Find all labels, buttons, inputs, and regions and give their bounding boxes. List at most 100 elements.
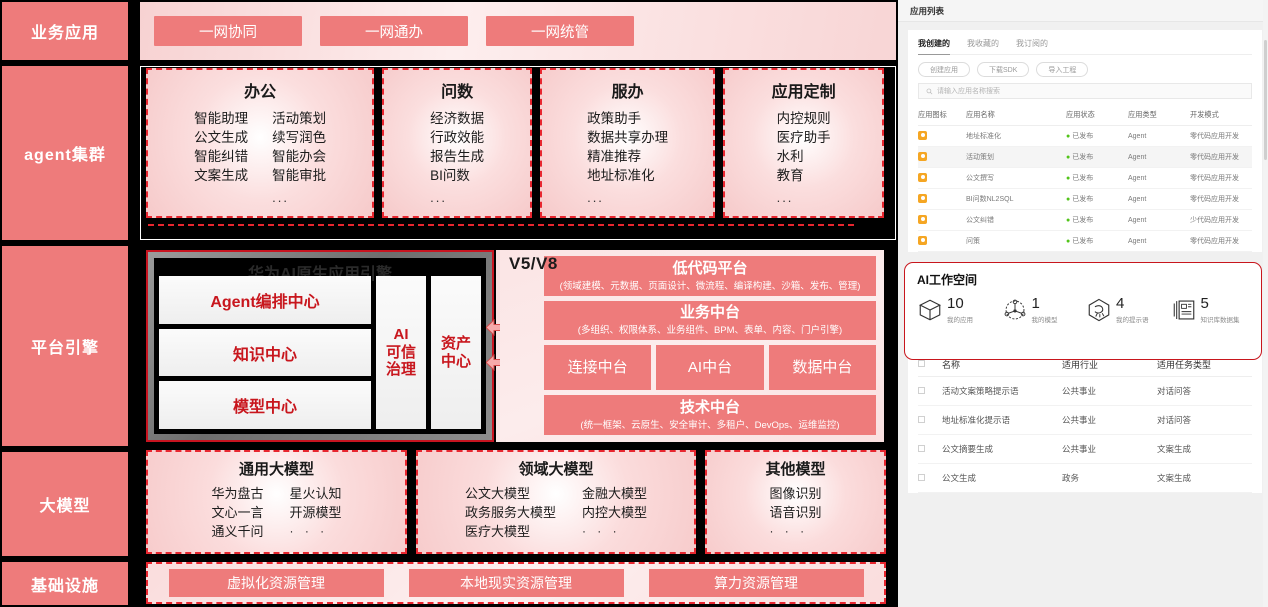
workspace-stat-models[interactable]: 1 我的模型 [1002, 296, 1081, 324]
row-checkbox[interactable] [918, 473, 925, 481]
engine-cell-agent-orchestration[interactable]: Agent编排中心 [159, 276, 371, 324]
agent-card-query[interactable]: 问数 经济数据 行政效能 报告生成 BI问数 ... [382, 68, 532, 218]
import-project-button[interactable]: 导入工程 [1036, 62, 1089, 77]
agent-card-title: 应用定制 [771, 84, 836, 101]
table-row[interactable]: 公文纠错 ● 已发布 Agent 少代码应用开发 [918, 209, 1252, 231]
version-label: V5/V8 [509, 254, 558, 273]
workspace-stat-value: 5 [1200, 295, 1209, 312]
mid-cell-lowcode[interactable]: 低代码平台 (领域建模、元数据、页面设计、微流程、编译构建、沙箱、发布、管理) [544, 256, 876, 296]
workspace-title: AI工作空间 [917, 273, 978, 287]
agent-card-service[interactable]: 服办 政策助手 数据共享办理 精准推荐 地址标准化 ... [539, 68, 716, 218]
mid-cell-data[interactable]: 数据中台 [768, 345, 876, 391]
model-card-domain[interactable]: 领域大模型 公文大模型 政务服务大模型 医疗大模型 金融大模型 内控大模型 · … [415, 450, 696, 554]
document-icon [1173, 300, 1194, 320]
model-card-group: 通用大模型 华为盘古 文心一言 通义千问 星火认知 开源模型 · · · 领域大… [146, 450, 886, 554]
app-icon-cell [918, 209, 966, 231]
table-row[interactable]: 公文撰写 ● 已发布 Agent 零代码应用开发 [918, 167, 1252, 189]
business-app-pill[interactable]: 一网统管 [486, 16, 634, 46]
app-icon [918, 235, 927, 245]
workspace-stat-label: 知识库数据集 [1200, 317, 1240, 324]
app-icon-cell [918, 188, 966, 210]
table-row[interactable]: 活动策划 ● 已发布 Agent 零代码应用开发 [918, 146, 1252, 168]
app-name-cell[interactable]: 公文撰写 [966, 167, 1066, 189]
model-item: 文心一言 [211, 504, 264, 520]
engine-cell-ai-governance[interactable]: AI 可信 治理 [376, 276, 426, 429]
table-row[interactable]: 活动文案策略提示语 公共事业 对话问答 [918, 376, 1252, 406]
agent-item: 智能审批 [272, 168, 327, 184]
search-icon [926, 88, 933, 94]
task-type-cell: 对话问答 [1157, 376, 1252, 406]
table-row[interactable]: 公文生成 政务 文案生成 [918, 463, 1252, 493]
app-name-cell[interactable]: BI问数NL2SQL [966, 188, 1066, 210]
row-checkbox-cell[interactable] [918, 434, 942, 464]
engine-cell-knowledge[interactable]: 知识中心 [159, 328, 371, 377]
table-row[interactable]: 公文摘要生成 公共事业 文案生成 [918, 434, 1252, 464]
business-app-pill[interactable]: 一网通办 [320, 16, 468, 46]
panel-scrollbar[interactable] [1263, 0, 1268, 607]
table-row[interactable]: BI问数NL2SQL ● 已发布 Agent 零代码应用开发 [918, 188, 1252, 210]
agent-item: 精准推荐 [587, 149, 642, 165]
agent-card-office[interactable]: 办公 智能助理 公文生成 智能纠错 文案生成 活动策划 续写润色 智能办会 智能… [146, 68, 375, 218]
infra-pill-local[interactable]: 本地现实资源管理 [408, 569, 624, 597]
workspace-stat-prompts[interactable]: 4 我的提示语 [1086, 296, 1165, 324]
app-type-cell: Agent [1128, 209, 1190, 231]
mid-cell-ai[interactable]: AI中台 [656, 345, 764, 391]
table-row[interactable]: 问策 ● 已发布 Agent 零代码应用开发 [918, 230, 1252, 252]
app-list-card: 我创建的 我收藏的 我订阅的 创建应用 下载SDK 导入工程 请输入应用名称搜索… [908, 30, 1262, 252]
row-checkbox[interactable] [918, 444, 925, 452]
prompt-icon [1088, 298, 1110, 322]
app-name-cell[interactable]: 活动策划 [966, 146, 1066, 168]
tab-created[interactable]: 我创建的 [918, 38, 950, 55]
scrollbar-thumb[interactable] [1264, 40, 1267, 160]
row-checkbox[interactable] [918, 386, 925, 394]
agent-card-column: 活动策划 续写润色 智能办会 智能审批 ... [272, 109, 326, 207]
tab-subscribed[interactable]: 我订阅的 [1016, 38, 1048, 49]
engine-cell-asset-center[interactable]: 资产 中心 [431, 276, 481, 429]
app-icon [918, 214, 927, 224]
layer-label-platform: 平台引擎 [2, 246, 128, 446]
row-checkbox-cell[interactable] [918, 376, 942, 406]
business-app-pill[interactable]: 一网协同 [154, 16, 302, 46]
row-checkbox-cell[interactable] [918, 463, 942, 493]
select-all-checkbox[interactable] [918, 360, 925, 367]
table-row[interactable]: 地址标准化提示语 公共事业 对话问答 [918, 405, 1252, 435]
model-card-general[interactable]: 通用大模型 华为盘古 文心一言 通义千问 星火认知 开源模型 · · · [146, 450, 407, 554]
mid-cell-title: 技术中台 [679, 399, 740, 417]
workspace-stat-apps[interactable]: 10 我的应用 [917, 296, 996, 324]
search-input[interactable]: 请输入应用名称搜索 [918, 83, 1252, 99]
infra-pill-virtual[interactable]: 虚拟化资源管理 [168, 569, 384, 597]
col-app-icon: 应用图标 [918, 106, 966, 126]
infra-pill-compute[interactable]: 算力资源管理 [648, 569, 864, 597]
download-sdk-button[interactable]: 下载SDK [977, 62, 1030, 77]
prompt-name-cell[interactable]: 公文摘要生成 [942, 434, 1062, 464]
agent-divider [148, 224, 854, 226]
table-row[interactable]: 地址标准化 ● 已发布 Agent 零代码应用开发 [918, 125, 1252, 147]
model-card-other[interactable]: 其他模型 图像识别 语音识别 · · · [704, 450, 886, 554]
agent-card-custom[interactable]: 应用定制 内控规则 医疗助手 水利 教育 ... [723, 68, 884, 218]
agent-item: 智能办会 [272, 149, 327, 165]
engine-cell-model[interactable]: 模型中心 [159, 381, 371, 430]
row-checkbox[interactable] [918, 415, 925, 423]
mid-cell-connection[interactable]: 连接中台 [544, 345, 652, 391]
app-name-cell[interactable]: 问策 [966, 230, 1066, 252]
prompt-name-cell[interactable]: 地址标准化提示语 [942, 405, 1062, 435]
col-app-status: 应用状态 [1066, 106, 1128, 126]
prompt-name-cell[interactable]: 活动文案策略提示语 [942, 376, 1062, 406]
workspace-stat-knowledge[interactable]: 5 知识库数据集 [1171, 296, 1250, 324]
dev-mode-cell: 零代码应用开发 [1190, 230, 1252, 252]
mid-cell-subtitle: (统一框架、云原生、安全审计、多租户、DevOps、运维监控) [580, 420, 840, 432]
app-name-cell[interactable]: 地址标准化 [966, 125, 1066, 147]
tab-favorited[interactable]: 我收藏的 [967, 38, 999, 49]
app-name-cell[interactable]: 公文纠错 [966, 209, 1066, 231]
app-type-cell: Agent [1128, 125, 1190, 147]
mid-cell-tech[interactable]: 技术中台 (统一框架、云原生、安全审计、多租户、DevOps、运维监控) [544, 395, 876, 435]
agent-item: 数据共享办理 [587, 130, 669, 146]
task-type-cell: 对话问答 [1157, 405, 1252, 435]
row-checkbox-cell[interactable] [918, 405, 942, 435]
app-table: 应用图标 应用名称 应用状态 应用类型 开发模式 地址标准化 ● 已发布 Agen… [918, 106, 1252, 252]
agent-more-indicator: ... [272, 189, 289, 205]
prompt-name-cell[interactable]: 公文生成 [942, 463, 1062, 493]
create-app-button[interactable]: 创建应用 [918, 62, 970, 77]
model-item: 图像识别 [769, 486, 822, 501]
mid-cell-business[interactable]: 业务中台 (多组织、权限体系、业务组件、BPM、表单、内容、门户引擎) [544, 300, 876, 341]
